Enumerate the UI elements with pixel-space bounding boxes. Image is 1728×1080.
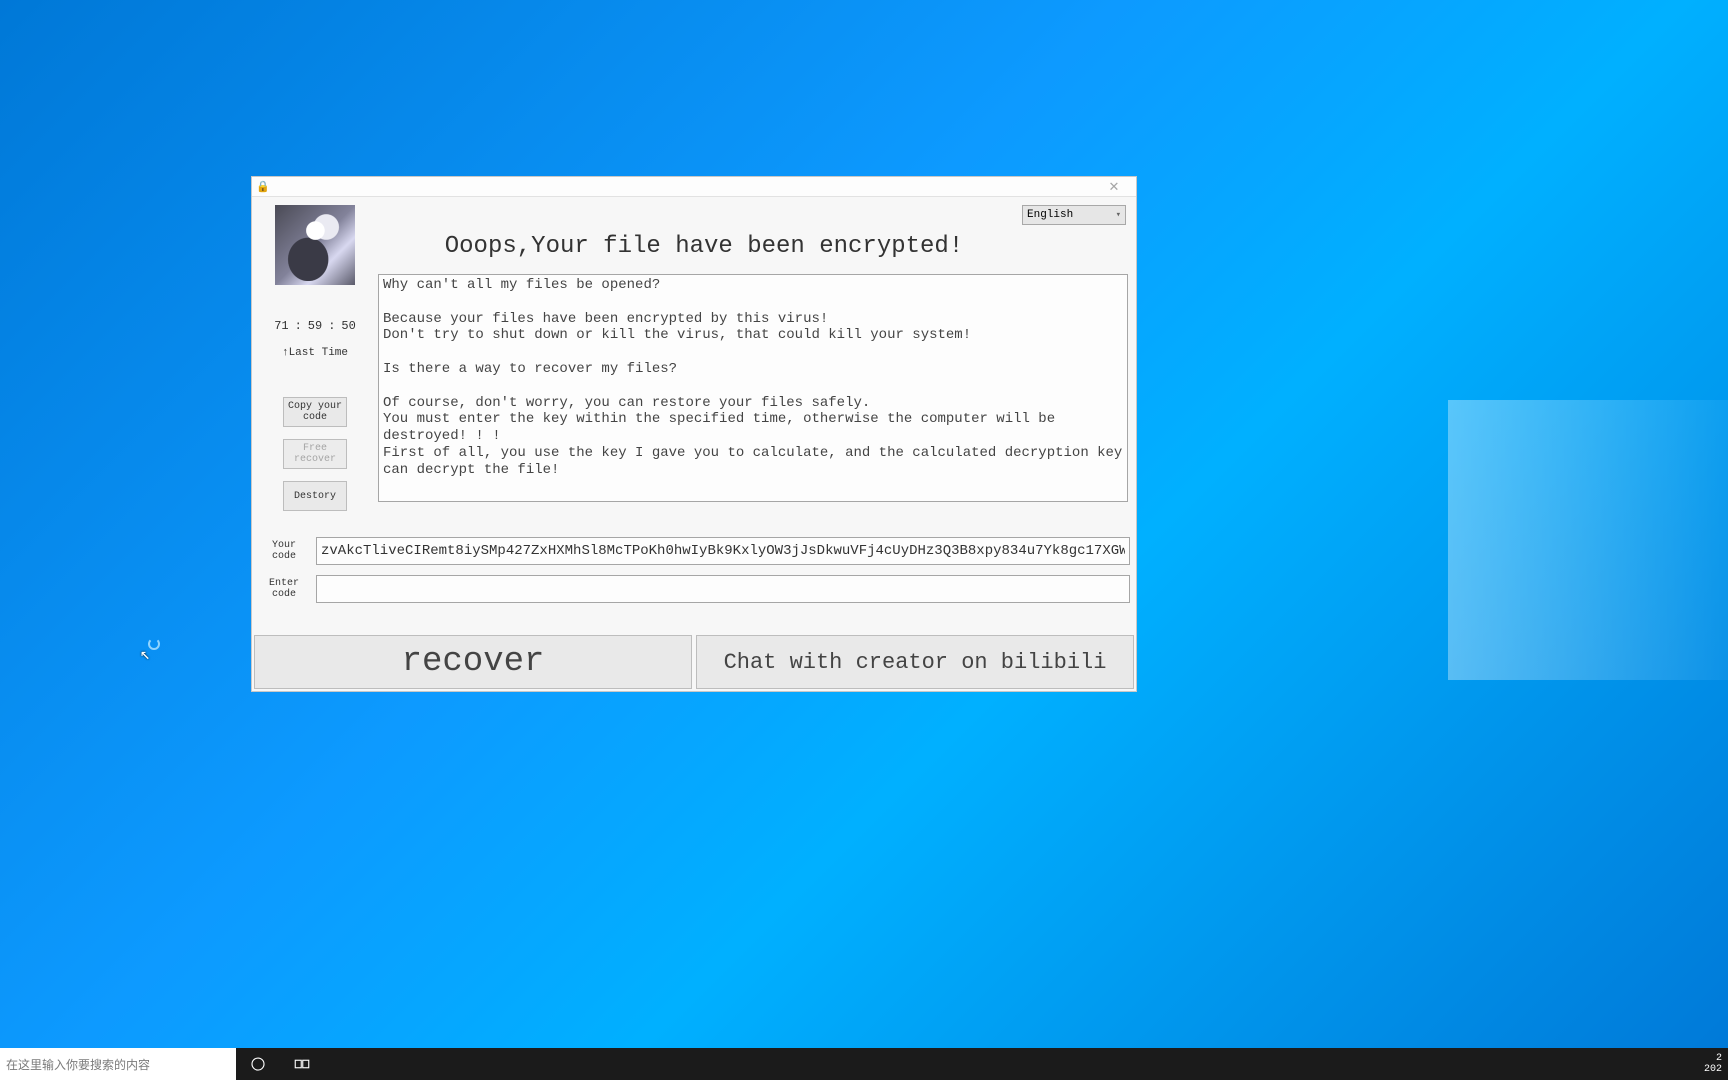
window-body: 71 : 59 : 50 ↑Last Time Copy your code F… xyxy=(252,197,1136,521)
language-select[interactable]: English ▾ xyxy=(1022,205,1126,225)
last-time-label: ↑Last Time xyxy=(282,347,348,359)
taskbar-search-input[interactable]: 在这里输入你要搜索的内容 xyxy=(0,1048,236,1080)
close-button[interactable]: ✕ xyxy=(1096,178,1132,196)
busy-spinner-icon xyxy=(148,638,160,650)
your-code-input[interactable] xyxy=(316,537,1130,565)
enter-code-input[interactable] xyxy=(316,575,1130,603)
lock-icon: 🔒 xyxy=(256,180,270,194)
code-rows: Your code Enter code xyxy=(252,521,1136,603)
clock-line-1: 2 xyxy=(1704,1053,1722,1064)
task-view-icon[interactable] xyxy=(280,1048,324,1080)
ransom-message-textbox[interactable]: Why can't all my files be opened? Becaus… xyxy=(378,274,1128,502)
timer-seconds: 50 xyxy=(341,319,355,333)
recover-button[interactable]: recover xyxy=(254,635,692,689)
language-select-value: English xyxy=(1027,209,1073,221)
your-code-row: Your code xyxy=(258,537,1130,565)
windows-10-light-accent xyxy=(1448,400,1728,680)
taskbar: 在这里输入你要搜索的内容 2 202 xyxy=(0,1048,1728,1080)
timer-minutes: 59 xyxy=(308,319,322,333)
big-buttons-row: recover Chat with creator on bilibili xyxy=(252,635,1136,691)
ransom-window: 🔒 ✕ 71 : 59 : 50 ↑Last Time Copy your co… xyxy=(251,176,1137,692)
countdown-timer: 71 : 59 : 50 xyxy=(274,319,356,333)
window-titlebar: 🔒 ✕ xyxy=(252,177,1136,197)
free-recover-button[interactable]: Free recover xyxy=(283,439,347,469)
copy-your-code-button[interactable]: Copy your code xyxy=(283,397,347,427)
enter-code-label: Enter code xyxy=(258,578,310,600)
timer-hours: 71 xyxy=(274,319,288,333)
chat-with-creator-button[interactable]: Chat with creator on bilibili xyxy=(696,635,1134,689)
cortana-circle-icon[interactable] xyxy=(236,1048,280,1080)
clock-line-2: 202 xyxy=(1704,1064,1722,1075)
your-code-label: Your code xyxy=(258,540,310,562)
ransom-title: Ooops,Your file have been encrypted! xyxy=(280,233,1128,260)
destory-button[interactable]: Destory xyxy=(283,481,347,511)
taskbar-clock[interactable]: 2 202 xyxy=(1704,1053,1728,1075)
right-column: English ▾ Ooops,Your file have been encr… xyxy=(370,205,1128,521)
chevron-down-icon: ▾ xyxy=(1116,210,1121,220)
enter-code-row: Enter code xyxy=(258,575,1130,603)
